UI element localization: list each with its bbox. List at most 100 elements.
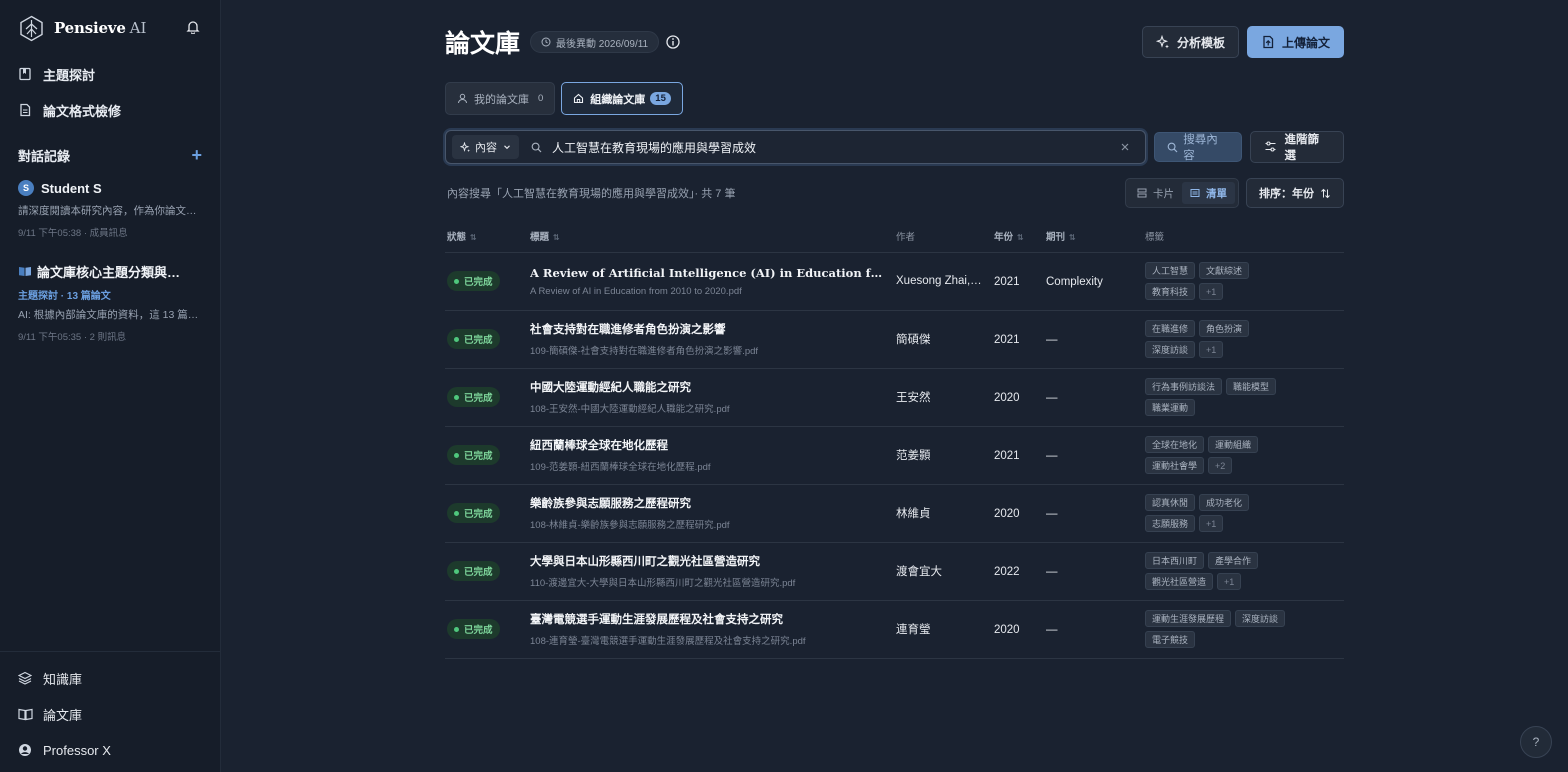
- tag[interactable]: 成功老化: [1199, 494, 1250, 511]
- conversation-item[interactable]: S Student S 請深度閱讀本研究內容，作為你論文… 9/11 下午05:…: [0, 170, 220, 249]
- paper-title[interactable]: 樂齡族參與志願服務之歷程研究: [530, 495, 884, 511]
- sidebar-item-papers[interactable]: 論文庫: [0, 696, 220, 732]
- tag[interactable]: 全球在地化: [1145, 436, 1205, 453]
- tag[interactable]: +1: [1199, 515, 1224, 532]
- tag[interactable]: +1: [1199, 341, 1224, 358]
- header-year[interactable]: 年份 ⇅: [992, 220, 1044, 253]
- sidebar-item-format[interactable]: 論文格式檢修: [0, 92, 220, 128]
- tag[interactable]: 深度訪談: [1235, 610, 1286, 627]
- search-content-button[interactable]: 搜尋內容: [1154, 132, 1242, 162]
- title-cell[interactable]: A Review of Artificial Intelligence (AI)…: [528, 252, 894, 311]
- bell-icon[interactable]: [186, 20, 202, 36]
- help-button[interactable]: ?: [1520, 726, 1552, 758]
- tag[interactable]: 志願服務: [1145, 515, 1196, 532]
- status-badge: 已完成: [447, 329, 500, 350]
- paper-year: 2021: [994, 276, 1020, 288]
- title-cell[interactable]: 社會支持對在職進修者角色扮演之影響 109-簡碩傑-社會支持對在職進修者角色扮演…: [528, 310, 894, 369]
- analyze-template-button[interactable]: 分析模板: [1141, 26, 1239, 58]
- status-badge: 已完成: [447, 271, 500, 292]
- tag[interactable]: +1: [1199, 283, 1224, 300]
- paper-author: 王安然: [896, 392, 931, 404]
- sidebar: Pensieve AI 主題探討 論文格式檢修 對話記錄 + S Student…: [0, 0, 221, 772]
- tag[interactable]: 運動組織: [1208, 436, 1259, 453]
- title-cell[interactable]: 臺灣電競選手運動生涯發展歷程及社會支持之研究 108-連育瑩-臺灣電競選手運動生…: [528, 600, 894, 659]
- tag[interactable]: 電子競技: [1145, 631, 1196, 648]
- search-scope-dropdown[interactable]: 內容: [452, 135, 519, 159]
- tag[interactable]: 運動生涯發展歷程: [1145, 610, 1232, 627]
- sidebar-item-knowledge[interactable]: 知識庫: [0, 660, 220, 696]
- tag[interactable]: 運動社會學: [1145, 457, 1205, 474]
- tag[interactable]: 觀光社區營造: [1145, 573, 1214, 590]
- sidebar-item-profile[interactable]: Professor X: [0, 732, 220, 768]
- tab-my-library[interactable]: 我的論文庫 0: [445, 82, 556, 115]
- add-conversation-button[interactable]: +: [191, 146, 202, 164]
- tag[interactable]: 教育科技: [1145, 283, 1196, 300]
- view-toggle: 卡片 清單: [1125, 178, 1239, 208]
- main-area: 論文庫 最後異動 2026/09/11 分析模板 上傳論文 我的論文庫 0 組織…: [221, 0, 1568, 772]
- layers-icon: [18, 671, 33, 686]
- tag[interactable]: 認真休閒: [1145, 494, 1196, 511]
- paper-journal: —: [1046, 624, 1058, 636]
- paper-title[interactable]: 社會支持對在職進修者角色扮演之影響: [530, 321, 884, 337]
- tag[interactable]: 職能模型: [1226, 378, 1277, 395]
- tag[interactable]: +2: [1208, 457, 1233, 474]
- table-row[interactable]: 已完成 社會支持對在職進修者角色扮演之影響 109-簡碩傑-社會支持對在職進修者…: [445, 310, 1344, 369]
- result-row: 內容搜尋「人工智慧在教育現場的應用與學習成效」· 共 7 筆 卡片 清單 排序：…: [445, 178, 1344, 208]
- library-tabs: 我的論文庫 0 組織論文庫 15: [445, 82, 1344, 115]
- tab-label: 我的論文庫: [474, 93, 529, 106]
- paper-filename: 110-渡邊宜大-大學與日本山形縣西川町之觀光社區營造研究.pdf: [530, 578, 796, 589]
- conversation-title: 論文庫核心主題分類與…: [37, 264, 181, 280]
- paper-title[interactable]: 中國大陸運動經紀人職能之研究: [530, 379, 884, 395]
- table-row[interactable]: 已完成 A Review of Artificial Intelligence …: [445, 252, 1344, 311]
- updated-badge: 最後異動 2026/09/11: [530, 31, 660, 53]
- tag[interactable]: 日本西川町: [1145, 552, 1205, 569]
- table-row[interactable]: 已完成 樂齡族參與志願服務之歷程研究 108-林維貞-樂齡族參與志願服務之歷程研…: [445, 484, 1344, 543]
- paper-title[interactable]: A Review of Artificial Intelligence (AI)…: [530, 266, 884, 280]
- header-title[interactable]: 標題 ⇅: [528, 220, 894, 253]
- tag-list: 全球在地化 運動組織 運動社會學 +2: [1145, 436, 1295, 474]
- advanced-filter-button[interactable]: 進階篩選: [1249, 131, 1344, 163]
- sort-arrows-icon: [1320, 188, 1331, 199]
- paper-title[interactable]: 大學與日本山形縣西川町之觀光社區營造研究: [530, 553, 884, 569]
- status-cell: 已完成: [445, 426, 528, 485]
- paper-title[interactable]: 臺灣電競選手運動生涯發展歷程及社會支持之研究: [530, 611, 884, 627]
- header-status[interactable]: 狀態 ⇅: [445, 220, 528, 253]
- tag[interactable]: 職業運動: [1145, 399, 1196, 416]
- conversation-item[interactable]: 論文庫核心主題分類與… 主題探討 · 13 篇論文 AI: 根據內部論文庫的資料…: [0, 253, 220, 353]
- close-icon[interactable]: [1119, 141, 1131, 153]
- tag[interactable]: 在職進修: [1145, 320, 1196, 337]
- paper-filename: A Review of AI in Education from 2010 to…: [530, 285, 742, 297]
- sort-button[interactable]: 排序：年份: [1246, 178, 1344, 208]
- view-list-button[interactable]: 清單: [1182, 182, 1235, 204]
- paper-title[interactable]: 紐西蘭棒球全球在地化歷程: [530, 437, 884, 453]
- tag[interactable]: 角色扮演: [1199, 320, 1250, 337]
- table-row[interactable]: 已完成 臺灣電競選手運動生涯發展歷程及社會支持之研究 108-連育瑩-臺灣電競選…: [445, 600, 1344, 659]
- search-input[interactable]: [552, 140, 1120, 154]
- search-content-label: 搜尋內容: [1183, 134, 1218, 162]
- table-row[interactable]: 已完成 中國大陸運動經紀人職能之研究 108-王安然-中國大陸運動經紀人職能之研…: [445, 368, 1344, 427]
- title-cell[interactable]: 樂齡族參與志願服務之歷程研究 108-林維貞-樂齡族參與志願服務之歷程研究.pd…: [528, 484, 894, 543]
- search-icon: [531, 142, 542, 153]
- view-card-label: 卡片: [1153, 187, 1174, 200]
- tab-org-library[interactable]: 組織論文庫 15: [561, 82, 683, 115]
- sidebar-item-topic[interactable]: 主題探討: [0, 56, 220, 92]
- table-row[interactable]: 已完成 紐西蘭棒球全球在地化歷程 109-范姜顥-紐西蘭棒球全球在地化歷程.pd…: [445, 426, 1344, 485]
- tag[interactable]: 人工智慧: [1145, 262, 1196, 279]
- title-cell[interactable]: 大學與日本山形縣西川町之觀光社區營造研究 110-渡邊宜大-大學與日本山形縣西川…: [528, 542, 894, 601]
- tag[interactable]: +1: [1217, 573, 1242, 590]
- tag[interactable]: 文獻綜述: [1199, 262, 1250, 279]
- tag[interactable]: 深度訪談: [1145, 341, 1196, 358]
- table-row[interactable]: 已完成 大學與日本山形縣西川町之觀光社區營造研究 110-渡邊宜大-大學與日本山…: [445, 542, 1344, 601]
- info-icon[interactable]: [666, 34, 681, 50]
- view-card-button[interactable]: 卡片: [1129, 182, 1182, 204]
- sidebar-item-label: 知識庫: [43, 671, 83, 687]
- tag[interactable]: 產學合作: [1208, 552, 1259, 569]
- title-cell[interactable]: 紐西蘭棒球全球在地化歷程 109-范姜顥-紐西蘭棒球全球在地化歷程.pdf: [528, 426, 894, 485]
- tag-list: 日本西川町 產學合作觀光社區營造 +1: [1145, 552, 1295, 590]
- title-cell[interactable]: 中國大陸運動經紀人職能之研究 108-王安然-中國大陸運動經紀人職能之研究.pd…: [528, 368, 894, 427]
- year-cell: 2020: [992, 484, 1044, 543]
- brand-suffix: AI: [129, 19, 147, 37]
- header-journal[interactable]: 期刊 ⇅: [1044, 220, 1143, 253]
- tag[interactable]: 行為事例訪談法: [1145, 378, 1223, 395]
- upload-paper-button[interactable]: 上傳論文: [1246, 26, 1344, 58]
